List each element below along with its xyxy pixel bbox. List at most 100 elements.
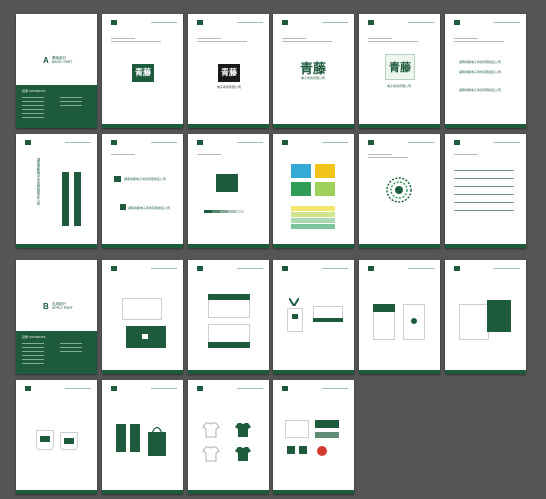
page-tag xyxy=(111,20,117,25)
page-footer-bar xyxy=(16,244,97,248)
text-line xyxy=(454,38,478,39)
company-name-3: 湖南青藤电子商务有限责任公司 xyxy=(459,88,502,92)
page-footer-bar xyxy=(273,370,354,374)
logo-text: 青藤 xyxy=(135,67,151,77)
header-line xyxy=(151,22,177,23)
page-tag xyxy=(368,20,374,25)
toc-line xyxy=(22,109,44,110)
toc-panel: 目录 CONTENTS xyxy=(16,331,97,374)
page-badge[interactable] xyxy=(273,260,354,374)
section-title: 基础部分 BASIC PART xyxy=(52,56,92,64)
page-tag xyxy=(368,266,374,271)
page-cups[interactable] xyxy=(16,380,97,494)
vertical-company-name: 湖南青藤电子商务有限责任公司 xyxy=(36,158,40,206)
page-letterhead[interactable] xyxy=(445,260,526,374)
swatch-lightgreen xyxy=(315,182,335,196)
card-logo-mark xyxy=(142,334,148,339)
page-signage[interactable] xyxy=(273,380,354,494)
toc-line xyxy=(22,97,44,98)
page-logo-grid[interactable]: 青藤 电子商务有限公司 xyxy=(359,14,440,128)
shopping-bag-icon xyxy=(148,432,166,456)
tint-row xyxy=(291,206,335,211)
toc-line xyxy=(22,359,44,360)
page-footer-bar xyxy=(102,124,183,128)
page-tag xyxy=(197,20,203,25)
toc-line xyxy=(22,117,44,118)
section-subtitle-text: BASIC PART xyxy=(52,59,73,64)
toc-line xyxy=(22,113,44,114)
section-letter: B xyxy=(43,302,49,311)
page-footer-bar xyxy=(188,370,269,374)
tshirt-green-icon xyxy=(235,423,251,437)
sign-strip xyxy=(315,432,339,438)
vertical-bar-green xyxy=(62,172,69,226)
company-name-1: 湖南青藤电子商务有限责任公司 xyxy=(459,60,502,64)
page-auxiliary-colors[interactable] xyxy=(273,134,354,248)
page-tag xyxy=(25,140,31,145)
page-footer-bar xyxy=(16,490,97,494)
logo-subline: 电子商务有限公司 xyxy=(300,76,325,80)
company-name-2: 湖南青藤电子商务有限责任公司 xyxy=(459,70,502,74)
page-footer-bar xyxy=(188,124,269,128)
page-footer-bar xyxy=(188,490,269,494)
page-horizontal-combo[interactable]: 湖南青藤电子商务有限责任公司 湖南青藤电子商务有限责任公司 xyxy=(102,134,183,248)
toc-line xyxy=(60,101,82,102)
sign-square xyxy=(299,446,307,454)
page-standard-color[interactable] xyxy=(188,134,269,248)
page-logo-standard[interactable]: 青藤 电子商务有限公司 xyxy=(273,14,354,128)
page-business-card[interactable] xyxy=(102,260,183,374)
page-pattern[interactable] xyxy=(359,134,440,248)
text-line xyxy=(454,202,514,203)
header-line xyxy=(322,388,348,389)
page-footer-bar xyxy=(188,244,269,248)
swatch-blue xyxy=(291,164,311,178)
page-company-name[interactable]: 湖南青藤电子商务有限责任公司 湖南青藤电子商务有限责任公司 湖南青藤电子商务有限… xyxy=(445,14,526,128)
page-logo-green[interactable]: 青藤 xyxy=(102,14,183,128)
header-line xyxy=(151,142,177,143)
combo-name: 湖南青藤电子商务有限责任公司 xyxy=(128,206,171,210)
text-line xyxy=(111,38,135,39)
folder xyxy=(487,300,511,332)
toc-line xyxy=(60,351,82,352)
toc-line xyxy=(60,343,82,344)
tshirt-white-icon xyxy=(202,422,220,438)
cover-page-section-a[interactable]: A 基础部分 BASIC PART 目录 CONTENTS xyxy=(16,14,97,128)
cup-logo xyxy=(64,438,74,444)
tint-swatch xyxy=(212,210,220,213)
page-envelope[interactable] xyxy=(188,260,269,374)
page-footer-bar xyxy=(359,244,440,248)
toc-heading: 目录 CONTENTS xyxy=(22,335,91,339)
header-line xyxy=(322,142,348,143)
cover-page-section-b[interactable]: B 应用部分 APPLY PART 目录 CONTENTS xyxy=(16,260,97,374)
header-line xyxy=(237,142,263,143)
page-tag xyxy=(282,386,288,391)
header-line xyxy=(408,268,434,269)
cup-logo xyxy=(40,436,50,442)
toc-line xyxy=(22,347,44,348)
page-text-spec[interactable] xyxy=(445,134,526,248)
toc-line xyxy=(60,347,82,348)
page-footer-bar xyxy=(359,370,440,374)
header-line xyxy=(151,388,177,389)
swatch-green xyxy=(291,182,311,196)
page-tag xyxy=(282,140,288,145)
text-line xyxy=(111,154,135,155)
page-bags[interactable] xyxy=(102,380,183,494)
page-tag xyxy=(25,386,31,391)
page-tag xyxy=(111,386,117,391)
sign-panel xyxy=(285,420,309,438)
page-vertical-name[interactable]: 湖南青藤电子商务有限责任公司 xyxy=(16,134,97,248)
page-envelope-large[interactable] xyxy=(359,260,440,374)
text-line xyxy=(368,154,392,155)
tint-swatch xyxy=(220,210,228,213)
text-line xyxy=(454,210,514,211)
page-footer-bar xyxy=(102,244,183,248)
page-tag xyxy=(454,140,460,145)
page-tshirts[interactable] xyxy=(188,380,269,494)
bag-tall xyxy=(130,424,140,452)
sign-square xyxy=(287,446,295,454)
section-letter: A xyxy=(43,56,49,65)
combo-mark xyxy=(120,204,126,210)
header-line xyxy=(237,388,263,389)
page-logo-black[interactable]: 青藤 电子商务有限公司 xyxy=(188,14,269,128)
